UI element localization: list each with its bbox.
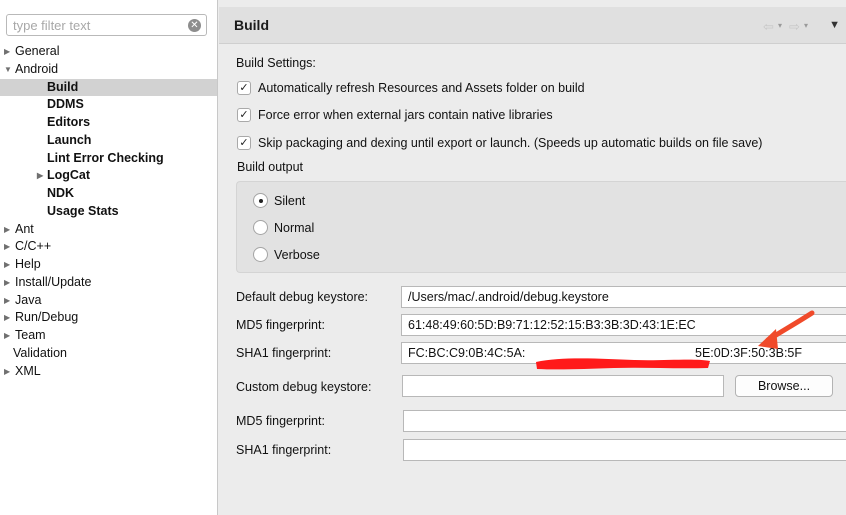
- tree-item-label: Build: [47, 79, 79, 94]
- sha1-fingerprint-label: SHA1 fingerprint:: [236, 346, 332, 360]
- expand-triangle-icon[interactable]: ▶: [4, 221, 10, 239]
- build-settings-heading: Build Settings:: [236, 56, 316, 70]
- preferences-sidebar: ✕ ▶ General ▼ Android Build DDMS Editors…: [0, 0, 218, 515]
- forward-arrow-icon[interactable]: ⇨: [789, 19, 800, 35]
- tree-item-label: Ant: [15, 221, 34, 236]
- tree-item-label: Android: [15, 61, 59, 76]
- build-output-group: Silent Normal Verbose: [236, 181, 846, 273]
- expand-triangle-icon[interactable]: ▶: [4, 309, 10, 327]
- custom-sha1-fingerprint-field[interactable]: [403, 439, 846, 461]
- tree-item-android[interactable]: ▼ Android: [0, 61, 217, 79]
- md5-fingerprint-label: MD5 fingerprint:: [236, 318, 325, 332]
- tree-item-label: General: [15, 44, 60, 58]
- tree-item-label: DDMS: [47, 97, 84, 112]
- custom-keystore-field[interactable]: [402, 375, 724, 397]
- expand-triangle-icon[interactable]: ▶: [4, 292, 10, 310]
- custom-keystore-label: Custom debug keystore:: [236, 380, 372, 394]
- forward-dropdown-icon[interactable]: ▾: [804, 21, 808, 30]
- expand-triangle-icon[interactable]: ▶: [4, 43, 10, 61]
- redaction-scribble: [536, 358, 710, 370]
- tree-item-xml[interactable]: ▶ XML: [0, 363, 217, 381]
- preference-page: Build ⇦ ▾ ⇨ ▾ ▼ Build Settings: ✓ Automa…: [219, 0, 846, 515]
- default-keystore-value: /Users/mac/.android/debug.keystore: [408, 290, 609, 304]
- tree-item-general[interactable]: ▶ General: [0, 43, 217, 61]
- tree-item-lint-error-checking[interactable]: Lint Error Checking: [0, 150, 217, 168]
- custom-keystore-input[interactable]: [409, 376, 723, 396]
- expand-triangle-icon[interactable]: ▶: [4, 363, 10, 381]
- tree-item-java[interactable]: ▶ Java: [0, 292, 217, 310]
- normal-radio[interactable]: [253, 220, 268, 235]
- expand-triangle-icon[interactable]: ▶: [4, 238, 10, 256]
- expand-triangle-icon[interactable]: ▶: [4, 327, 10, 345]
- verbose-radio[interactable]: [253, 247, 268, 262]
- checkbox-label: Automatically refresh Resources and Asse…: [258, 81, 585, 95]
- custom-sha1-fingerprint-label: SHA1 fingerprint:: [236, 443, 332, 457]
- radio-label: Verbose: [274, 248, 320, 262]
- tree-item-label: Help: [15, 257, 41, 271]
- redaction-stroke: [536, 358, 710, 370]
- sha1-fingerprint-start: FC:BC:C9:0B:4C:5A:: [408, 346, 526, 360]
- tree-item-ddms[interactable]: DDMS: [0, 96, 217, 114]
- checkbox-label: Skip packaging and dexing until export o…: [258, 136, 763, 150]
- tree-item-label: Lint Error Checking: [47, 150, 164, 165]
- custom-md5-fingerprint-field[interactable]: [403, 410, 846, 432]
- expand-triangle-icon[interactable]: ▶: [4, 256, 10, 274]
- filter-field[interactable]: ✕: [6, 14, 207, 36]
- tree-item-ndk[interactable]: NDK: [0, 185, 217, 203]
- tree-item-label: Install/Update: [15, 274, 92, 289]
- tree-item-label: XML: [15, 363, 41, 378]
- clear-filter-icon[interactable]: ✕: [188, 19, 201, 32]
- default-keystore-label: Default debug keystore:: [236, 290, 369, 304]
- tree-item-launch[interactable]: Launch: [0, 132, 217, 150]
- tree-item-label: Java: [15, 292, 42, 307]
- radio-label: Normal: [274, 221, 315, 235]
- preferences-tree: ▶ General ▼ Android Build DDMS Editors L…: [0, 43, 217, 380]
- tree-item-editors[interactable]: Editors: [0, 114, 217, 132]
- tree-item-help[interactable]: ▶ Help: [0, 256, 217, 274]
- tree-item-label: Launch: [47, 132, 92, 147]
- page-title: Build: [234, 17, 269, 33]
- tree-item-label: NDK: [47, 186, 75, 200]
- tree-item-label: LogCat: [47, 168, 91, 183]
- md5-fingerprint-value: 61:48:49:60:5D:B9:71:12:52:15:B3:3B:3D:4…: [408, 318, 696, 332]
- tree-item-logcat[interactable]: ▶ LogCat: [0, 167, 217, 185]
- custom-md5-fingerprint-label: MD5 fingerprint:: [236, 414, 325, 428]
- tree-item-team[interactable]: ▶ Team: [0, 327, 217, 345]
- tree-item-label: Usage Stats: [47, 203, 119, 218]
- back-arrow-icon[interactable]: ⇦: [763, 19, 774, 35]
- tree-item-usage-stats[interactable]: Usage Stats: [0, 203, 217, 221]
- silent-radio[interactable]: [253, 193, 268, 208]
- collapse-triangle-icon[interactable]: ▼: [4, 61, 12, 79]
- expand-triangle-icon[interactable]: ▶: [37, 167, 43, 185]
- auto-refresh-checkbox[interactable]: ✓: [237, 81, 251, 95]
- browse-button[interactable]: Browse...: [735, 375, 833, 397]
- build-output-heading: Build output: [237, 160, 304, 174]
- tree-item-ant[interactable]: ▶ Ant: [0, 221, 217, 239]
- annotation-arrow-icon: [758, 310, 815, 349]
- tree-item-label: Editors: [47, 115, 91, 129]
- tree-item-c-cpp[interactable]: ▶ C/C++: [0, 238, 217, 256]
- radio-label: Silent: [274, 194, 306, 208]
- expand-triangle-icon[interactable]: ▶: [4, 274, 10, 292]
- tree-item-label: Team: [15, 328, 46, 342]
- tree-item-label: Validation: [13, 345, 67, 360]
- default-keystore-field[interactable]: /Users/mac/.android/debug.keystore: [401, 286, 846, 308]
- arrow-head: [758, 329, 778, 349]
- tree-item-validation[interactable]: Validation: [0, 345, 217, 363]
- back-dropdown-icon[interactable]: ▾: [778, 21, 782, 30]
- view-menu-icon[interactable]: ▼: [829, 19, 840, 31]
- filter-input[interactable]: [13, 17, 183, 33]
- skip-packaging-checkbox[interactable]: ✓: [237, 136, 251, 150]
- tree-item-install-update[interactable]: ▶ Install/Update: [0, 274, 217, 292]
- tree-item-run-debug[interactable]: ▶ Run/Debug: [0, 309, 217, 327]
- page-header: Build ⇦ ▾ ⇨ ▾ ▼: [219, 7, 846, 44]
- tree-item-build[interactable]: Build: [0, 78, 217, 97]
- tree-item-label: Run/Debug: [15, 310, 79, 325]
- checkbox-label: Force error when external jars contain n…: [258, 108, 553, 122]
- tree-item-label: C/C++: [15, 239, 52, 254]
- force-error-checkbox[interactable]: ✓: [237, 108, 251, 122]
